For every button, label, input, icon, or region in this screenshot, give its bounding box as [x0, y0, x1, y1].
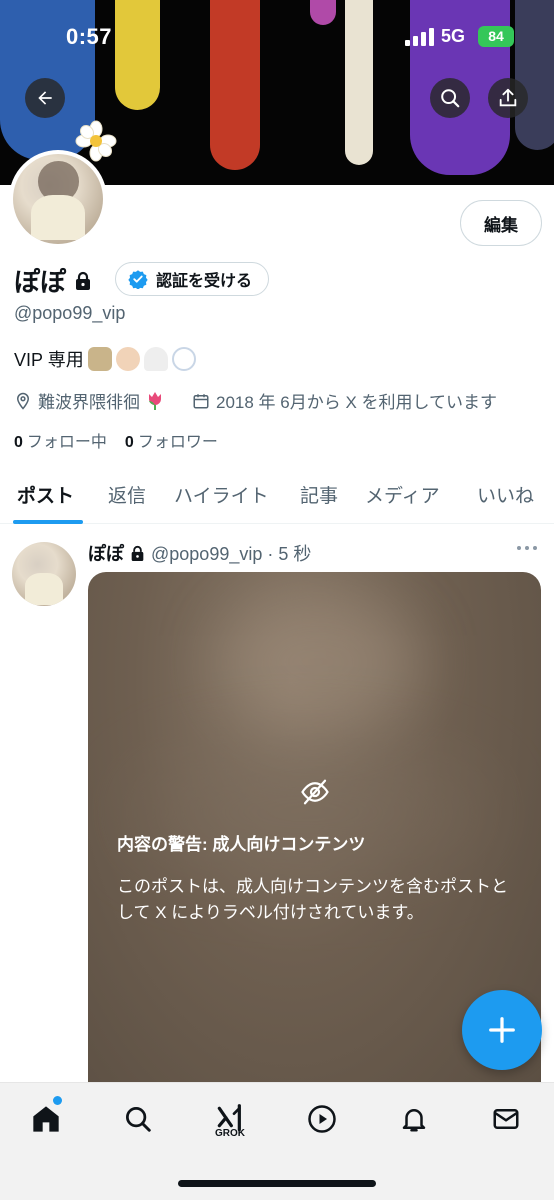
- content-warning-text: このポストは、成人向けコンテンツを含むポストとして X によりラベル付けされてい…: [117, 877, 508, 922]
- followers-label: フォロワー: [137, 434, 218, 451]
- video-icon: [308, 1105, 336, 1133]
- tab-articles[interactable]: 記事: [300, 481, 338, 508]
- lock-icon: [131, 545, 144, 561]
- network-type: 5G: [441, 26, 466, 46]
- get-verified-label: 認証を受ける: [156, 273, 253, 290]
- active-tab-indicator: [13, 520, 83, 524]
- search-button[interactable]: [430, 78, 470, 118]
- flower-decoration-icon: [75, 120, 117, 162]
- location-icon: [16, 392, 30, 410]
- search-icon: [126, 1107, 151, 1132]
- avatar-image: [13, 154, 103, 244]
- home-indicator[interactable]: [178, 1180, 376, 1187]
- share-icon: [499, 88, 517, 107]
- nav-messages[interactable]: [486, 1099, 526, 1139]
- following-link[interactable]: 0 フォロー中: [14, 428, 107, 452]
- bio-text: VIP 専用: [14, 350, 84, 370]
- verified-badge-icon: [128, 270, 148, 289]
- followers-link[interactable]: 0 フォロワー: [125, 428, 218, 452]
- post-avatar[interactable]: [12, 542, 76, 606]
- compose-post-button[interactable]: [462, 990, 542, 1070]
- following-count: 0: [14, 434, 23, 451]
- follow-stats: 0 フォロー中 0 フォロワー: [14, 428, 218, 452]
- home-icon: [33, 1106, 59, 1132]
- lock-icon: [76, 271, 91, 290]
- profile-avatar[interactable]: [9, 150, 107, 248]
- joined-date: 2018 年 6月から X を利用しています: [216, 393, 497, 412]
- back-arrow-icon: [38, 91, 52, 105]
- baby-emoji-icon: [115, 347, 140, 371]
- white-heart-emoji-icon: [143, 347, 168, 371]
- back-button[interactable]: [25, 78, 65, 118]
- signal-icon: [405, 28, 434, 46]
- calendar-icon: [193, 393, 209, 408]
- status-time: 0:57: [66, 24, 113, 49]
- nav-home[interactable]: [26, 1099, 66, 1139]
- money-emoji-icon: [87, 347, 112, 371]
- tab-posts[interactable]: ポスト: [17, 481, 74, 508]
- get-verified-button[interactable]: 認証を受ける: [115, 262, 270, 296]
- nav-search[interactable]: [118, 1099, 158, 1139]
- tab-replies[interactable]: 返信: [108, 481, 146, 508]
- followers-count: 0: [124, 434, 134, 451]
- grok-label: GROK: [215, 1128, 245, 1139]
- display-name: ぽぽ: [14, 267, 67, 297]
- battery-indicator: 84: [478, 26, 514, 47]
- nav-notifications[interactable]: [394, 1099, 434, 1139]
- more-options-icon[interactable]: [517, 546, 537, 550]
- messages-icon: [493, 1109, 519, 1129]
- blurred-image: [218, 592, 418, 732]
- tab-highlights[interactable]: ハイライト: [174, 481, 269, 508]
- bubbles-emoji-icon: [171, 347, 196, 371]
- post-header: ぽぽ @popo99_vip · 5 秒: [88, 540, 311, 566]
- location-text: 難波界隈徘徊: [38, 393, 140, 412]
- post-handle-time: @popo99_vip · 5 秒: [151, 544, 312, 564]
- edit-profile-button[interactable]: 編集: [460, 200, 542, 246]
- status-bar: 0:57 5G 84: [0, 0, 554, 70]
- name-row: ぽぽ: [14, 262, 92, 299]
- search-icon: [441, 89, 460, 108]
- share-button[interactable]: [488, 78, 528, 118]
- nav-video[interactable]: [302, 1099, 342, 1139]
- profile-tabs: ポスト 返信 ハイライト 記事 メディア いいね: [0, 468, 554, 524]
- tab-media[interactable]: メディア: [365, 481, 440, 508]
- plus-icon: [489, 1017, 515, 1043]
- tulip-emoji-icon: [149, 391, 161, 410]
- home-notification-dot: [53, 1096, 62, 1105]
- notifications-icon: [402, 1109, 426, 1132]
- profile-meta: 難波界隈徘徊 2018 年 6月から X を利用しています: [14, 388, 497, 413]
- following-label: フォロー中: [26, 434, 107, 451]
- tab-likes[interactable]: いいね: [477, 481, 534, 508]
- content-warning-title: 内容の警告: 成人向けコンテンツ: [117, 835, 366, 854]
- eye-off-icon: [301, 779, 329, 805]
- post-author-name: ぽぽ: [88, 544, 124, 564]
- profile-handle: @popo99_vip: [14, 303, 126, 323]
- profile-bio: VIP 専用: [14, 346, 196, 372]
